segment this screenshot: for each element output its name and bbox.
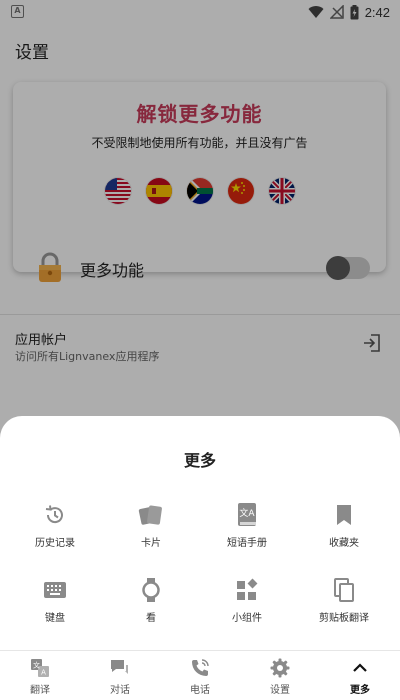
watch-icon [142,578,160,602]
nav-phone[interactable]: 电话 [160,651,240,700]
svg-text:A: A [41,669,46,677]
nav-chat-label: 对话 [110,685,130,696]
keyboard-icon [44,582,66,598]
nav-translate[interactable]: 文A 翻译 [0,651,80,700]
chat-icon [111,660,128,674]
phrasebook-button[interactable]: 文A 短语手册 [197,502,297,549]
favorites-label: 收藏夹 [329,538,359,549]
favorites-button[interactable]: 收藏夹 [294,502,394,549]
translate-icon: 文A [31,659,49,677]
nav-settings-label: 设置 [270,685,290,696]
nav-more-label: 更多 [350,685,370,696]
cards-icon [138,505,162,525]
nav-settings[interactable]: 设置 [240,651,320,700]
phone-icon [192,659,209,676]
history-icon [45,505,63,524]
svg-text:文: 文 [33,661,40,670]
watch-label: 看 [146,613,156,624]
cards-button[interactable]: 卡片 [101,502,201,549]
clipboard-translate-button[interactable]: 剪贴板翻译 [294,577,394,624]
history-button[interactable]: 历史记录 [5,502,105,549]
nav-translate-label: 翻译 [30,685,50,696]
clipboard-icon [334,578,354,602]
widgets-label: 小组件 [232,613,262,624]
phrasebook-icon: 文A [238,503,256,526]
chevron-up-icon [353,663,367,672]
keyboard-button[interactable]: 键盘 [5,577,105,624]
svg-text:文A: 文A [239,507,255,519]
nav-chat[interactable]: 对话 [80,651,160,700]
history-label: 历史记录 [35,538,75,549]
bookmark-icon [337,505,351,525]
bottom-nav: 文A 翻译 对话 电话 设置 更多 [0,651,400,700]
widgets-button[interactable]: 小组件 [197,577,297,624]
phrasebook-label: 短语手册 [227,538,267,549]
nav-phone-label: 电话 [190,685,210,696]
watch-button[interactable]: 看 [101,577,201,624]
cards-label: 卡片 [141,538,161,549]
nav-more[interactable]: 更多 [320,651,400,700]
clipboard-translate-label: 剪贴板翻译 [319,613,369,624]
keyboard-label: 键盘 [45,613,65,624]
settings-icon [270,658,290,678]
sheet-title: 更多 [183,451,216,470]
widgets-icon [237,578,258,600]
